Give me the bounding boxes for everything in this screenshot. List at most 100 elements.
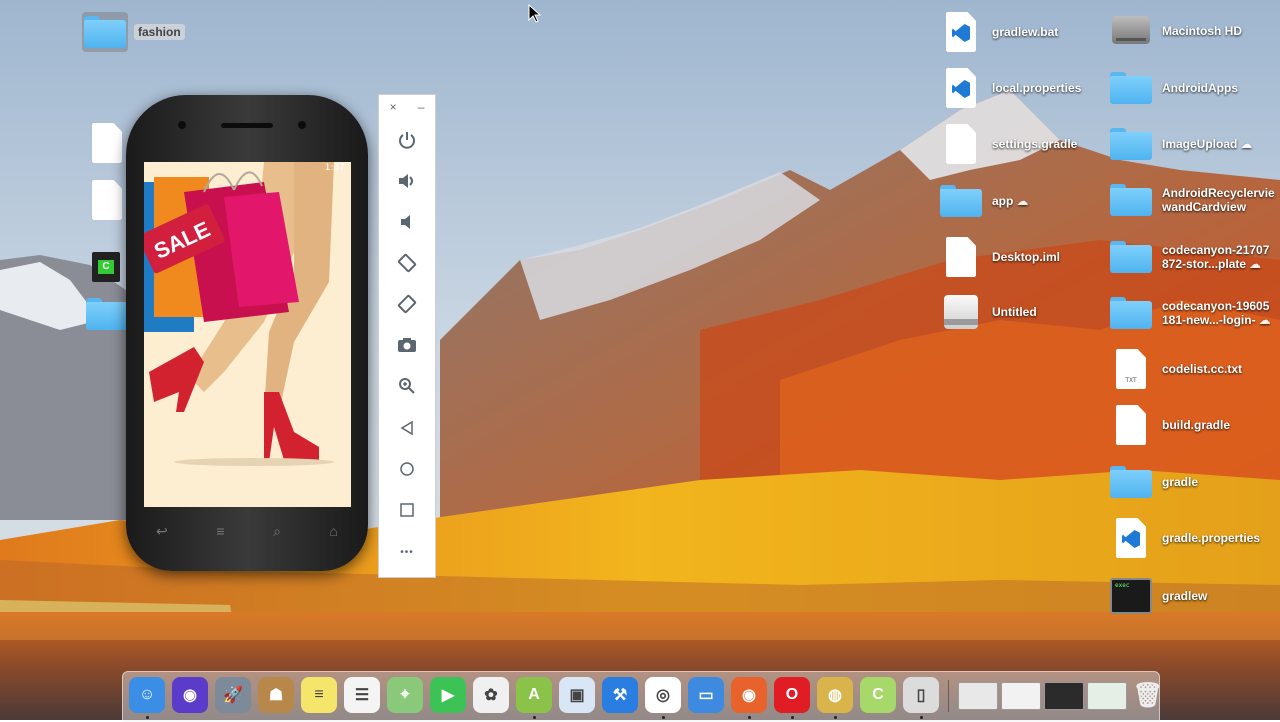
power-button[interactable] xyxy=(379,125,435,155)
folder-icon[interactable] xyxy=(86,298,128,330)
dock-app-finder[interactable]: ☺ xyxy=(129,677,165,713)
more-button[interactable]: ••• xyxy=(379,537,435,567)
dock-app-database[interactable]: ◍ xyxy=(817,677,853,713)
desktop-item-gradle[interactable]: gradle xyxy=(1110,466,1198,498)
file-extension-label: TXT xyxy=(1125,377,1137,384)
contacts-icon: ☗ xyxy=(268,687,284,704)
desktop-item-gradle-properties[interactable]: gradle.properties xyxy=(1110,518,1260,558)
home-button[interactable] xyxy=(379,454,435,484)
dock-app-trash[interactable]: 🗑 xyxy=(1130,677,1166,713)
desktop-item-macintosh-hd[interactable]: Macintosh HD xyxy=(1110,12,1242,50)
desktop-item-label: Untitled xyxy=(992,305,1037,319)
dock-app-cleaner[interactable]: C xyxy=(860,677,896,713)
dock-app-contacts[interactable]: ☗ xyxy=(258,677,294,713)
dock-window-thumb-4[interactable] xyxy=(1087,682,1127,710)
status-time: 1:37 xyxy=(324,163,345,173)
running-indicator xyxy=(748,716,751,719)
dock-app-maps[interactable]: ⌖ xyxy=(387,677,423,713)
desktop-item-fashion[interactable]: fashion xyxy=(82,12,185,52)
sale-illustration: SALE xyxy=(144,162,351,507)
screenshot-button[interactable] xyxy=(379,330,435,360)
document-icon xyxy=(940,124,982,164)
desktop-item-app[interactable]: app ☁ xyxy=(940,185,1028,217)
desktop-item-desktop-iml[interactable]: Desktop.iml xyxy=(940,237,1060,277)
zoom-button[interactable] xyxy=(379,371,435,401)
dock-app-facetime[interactable]: ▶ xyxy=(430,677,466,713)
back-button[interactable] xyxy=(379,413,435,443)
dock-app-android-studio[interactable]: A xyxy=(516,677,552,713)
video-file-icon[interactable] xyxy=(92,252,120,282)
desktop-item-untitled[interactable]: Untitled xyxy=(940,293,1037,331)
android-studio-icon: A xyxy=(528,686,540,703)
document-icon[interactable] xyxy=(92,123,122,163)
preview-icon: ▣ xyxy=(569,687,585,704)
desktop-item-androidapps[interactable]: AndroidApps xyxy=(1110,72,1238,104)
overview-button[interactable] xyxy=(379,495,435,525)
desktop-item-label: codecanyon-19605 181-new...-login- ☁ xyxy=(1162,299,1271,327)
volume-down-button[interactable] xyxy=(379,207,435,237)
dock-app-launchpad[interactable]: 🚀 xyxy=(215,677,251,713)
dock-window-thumb-3[interactable] xyxy=(1044,682,1084,710)
minimize-button[interactable]: – xyxy=(418,100,425,114)
rotate-left-button[interactable] xyxy=(379,248,435,278)
document-icon[interactable] xyxy=(92,180,122,220)
keynote-icon: ▭ xyxy=(698,687,714,704)
android-emulator-window[interactable]: SALE 1:37 ↩ ≡ ⌕ ⌂ xyxy=(126,95,368,571)
close-button[interactable]: × xyxy=(390,100,397,114)
facetime-icon: ▶ xyxy=(441,687,455,704)
dock-app-simulator[interactable]: ▯ xyxy=(903,677,939,713)
desktop-item-label: build.gradle xyxy=(1162,418,1231,432)
launchpad-icon: 🚀 xyxy=(223,687,243,704)
desktop-item-codelist[interactable]: TXT codelist.cc.txt xyxy=(1110,349,1242,389)
home-icon[interactable]: ⌂ xyxy=(330,523,338,540)
phone-nav-keys: ↩ ≡ ⌕ ⌂ xyxy=(156,523,338,540)
dock-app-firefox[interactable]: ◉ xyxy=(731,677,767,713)
desktop-item-label: gradlew xyxy=(1162,589,1208,603)
rotate-right-icon xyxy=(397,294,417,314)
running-indicator xyxy=(146,716,149,719)
dock-app-opera[interactable]: O xyxy=(774,677,810,713)
volume-up-button[interactable] xyxy=(379,166,435,196)
desktop-item-gradlew-bat[interactable]: gradlew.bat xyxy=(940,12,1058,52)
dock-window-thumb-1[interactable] xyxy=(958,682,998,710)
desktop-item-codecanyon-21707[interactable]: codecanyon-21707 872-stor...plate ☁ xyxy=(1110,241,1269,273)
desktop-item-build-gradle[interactable]: build.gradle xyxy=(1110,405,1230,445)
desktop-item-label: AndroidRecyclervie wandCardview xyxy=(1162,186,1275,214)
simulator-icon: ▯ xyxy=(916,687,926,704)
running-indicator xyxy=(791,716,794,719)
dock: ☺ ◉ 🚀 ☗ ≡ ☰ ⌖ ▶ ✿ A ▣ ⚒ ◎ ▭ ◉ O ◍ C ▯ 🗑 xyxy=(122,671,1163,722)
desktop-item-codecanyon-19605[interactable]: codecanyon-19605 181-new...-login- ☁ xyxy=(1110,297,1271,329)
desktop-item-label: fashion xyxy=(134,24,185,40)
dock-app-notes[interactable]: ≡ xyxy=(301,677,337,713)
search-icon[interactable]: ⌕ xyxy=(273,523,281,540)
emulator-screen[interactable]: SALE 1:37 xyxy=(144,162,351,507)
siri-icon: ◉ xyxy=(183,687,197,704)
desktop-item-imageupload[interactable]: ImageUpload ☁ xyxy=(1110,128,1252,160)
dock-app-siri[interactable]: ◉ xyxy=(172,677,208,713)
chrome-icon: ◎ xyxy=(656,687,670,704)
status-bar: 1:37 xyxy=(144,162,351,176)
desktop-item-settings-gradle[interactable]: settings.gradle xyxy=(940,124,1077,164)
running-indicator xyxy=(662,716,665,719)
dock-window-thumb-2[interactable] xyxy=(1001,682,1041,710)
desktop-item-gradlew[interactable]: gradlew xyxy=(1110,578,1207,614)
dock-app-xcode[interactable]: ⚒ xyxy=(602,677,638,713)
rotate-right-button[interactable] xyxy=(379,289,435,319)
cloud-icon: ☁ xyxy=(1258,313,1271,327)
running-indicator xyxy=(533,716,536,719)
power-icon xyxy=(399,132,415,149)
maps-icon: ⌖ xyxy=(400,686,410,703)
desktop-item-local-properties[interactable]: local.properties xyxy=(940,68,1081,108)
dock-app-keynote[interactable]: ▭ xyxy=(688,677,724,713)
dock-app-preview[interactable]: ▣ xyxy=(559,677,595,713)
dock-app-reminders[interactable]: ☰ xyxy=(344,677,380,713)
desktop-item-androidrecyclerview[interactable]: AndroidRecyclervie wandCardview xyxy=(1110,184,1275,216)
back-icon[interactable]: ↩ xyxy=(156,523,168,540)
opera-icon: O xyxy=(785,686,799,703)
dock-app-photos[interactable]: ✿ xyxy=(473,677,509,713)
menu-icon[interactable]: ≡ xyxy=(216,523,224,540)
desktop-item-label: AndroidApps xyxy=(1162,81,1238,95)
hard-drive-icon xyxy=(1110,12,1152,50)
dock-app-chrome[interactable]: ◎ xyxy=(645,677,681,713)
desktop-item-label: gradlew.bat xyxy=(992,25,1059,39)
